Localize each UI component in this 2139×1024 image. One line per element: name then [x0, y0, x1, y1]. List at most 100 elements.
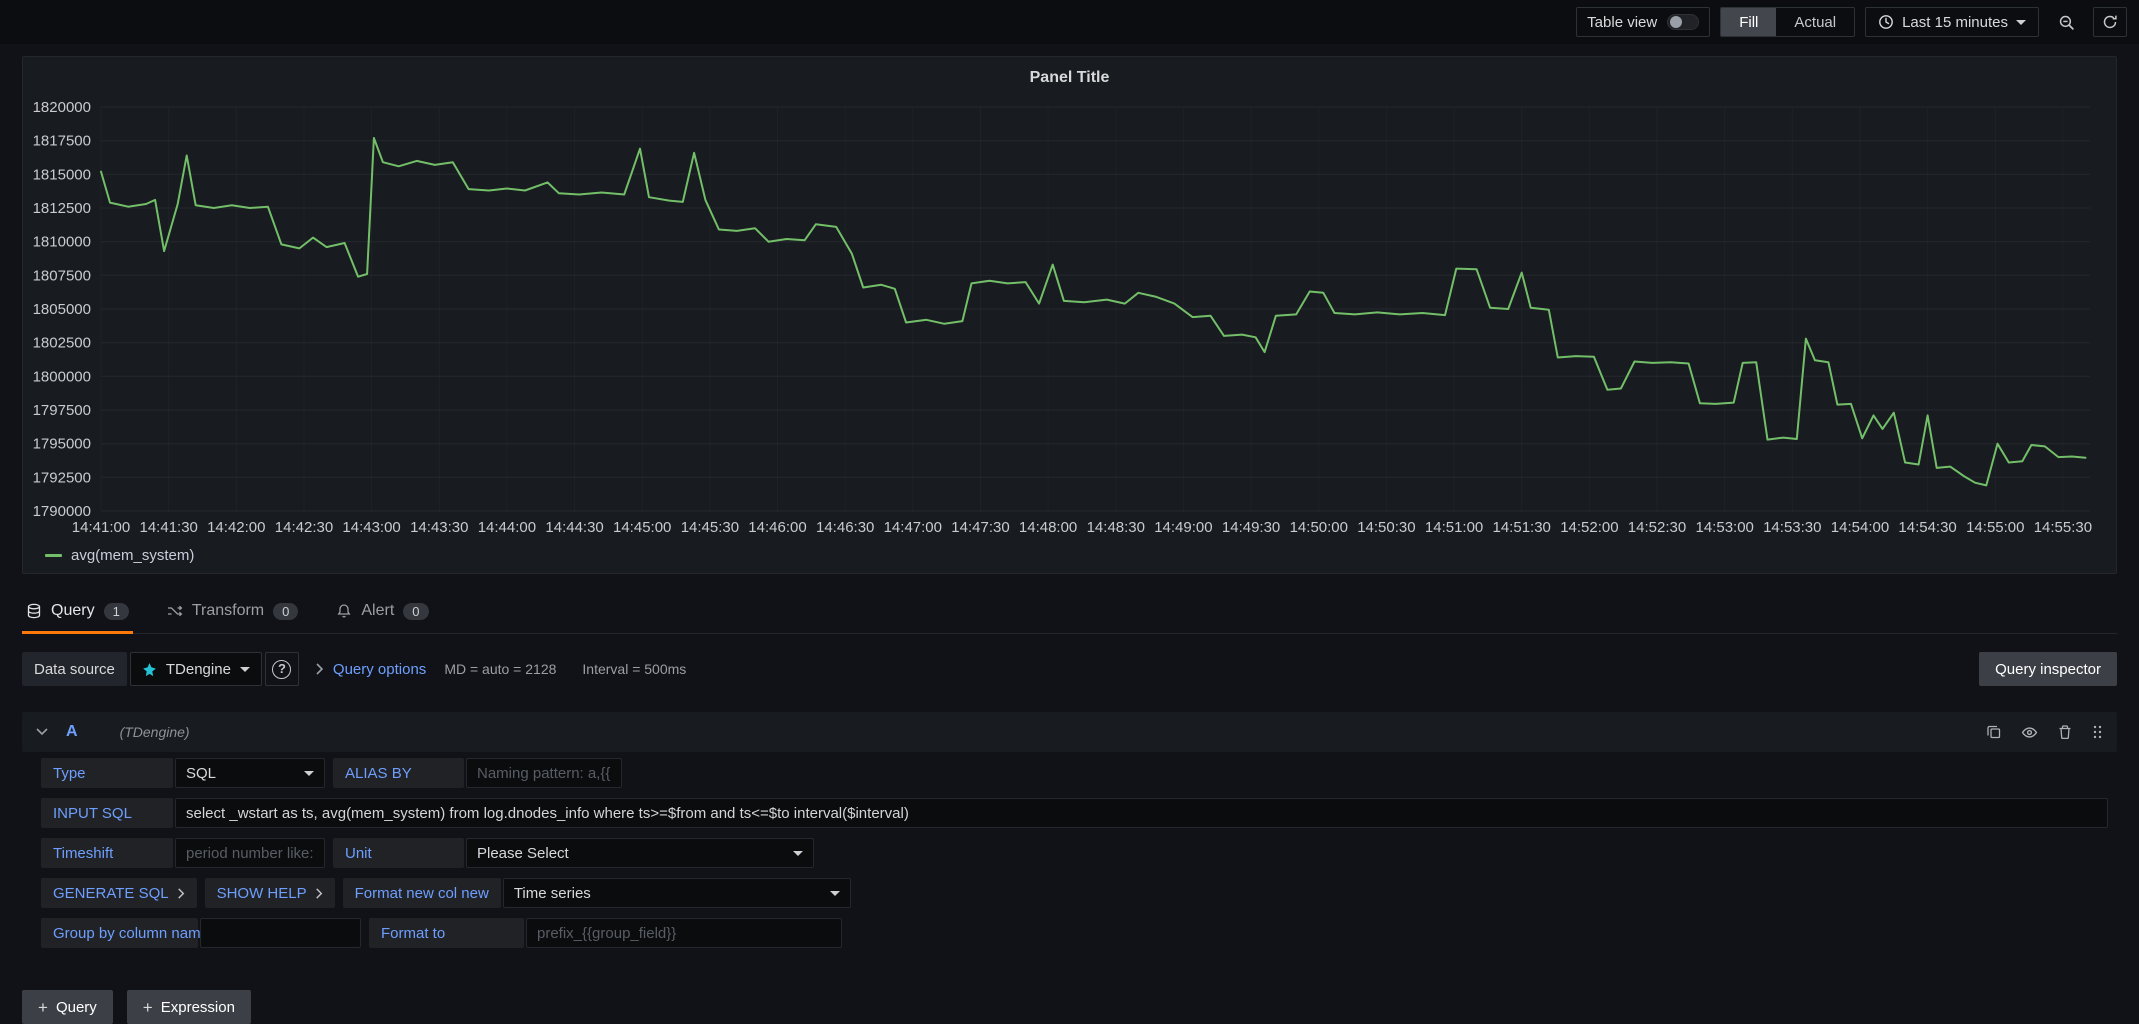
- svg-text:14:50:30: 14:50:30: [1357, 519, 1415, 536]
- query-datasource-hint: (TDengine): [120, 724, 190, 740]
- query-options-toggle[interactable]: Query options: [315, 661, 426, 678]
- chevron-right-icon: [315, 663, 324, 675]
- table-view-toggle[interactable]: [1667, 14, 1699, 30]
- legend-label[interactable]: avg(mem_system): [71, 547, 194, 564]
- alias-by-input[interactable]: [466, 758, 622, 788]
- svg-text:14:51:30: 14:51:30: [1493, 519, 1551, 536]
- query-inspector-button[interactable]: Query inspector: [1979, 652, 2117, 686]
- type-label: Type: [41, 758, 173, 788]
- refresh-button[interactable]: [2093, 7, 2127, 37]
- tab-query[interactable]: Query 1: [22, 594, 133, 633]
- table-view-control: Table view: [1576, 7, 1710, 37]
- tab-alert-count: 0: [403, 603, 428, 620]
- unit-select[interactable]: Please Select: [466, 838, 814, 868]
- editor-tabs: Query 1 Transform 0 Alert 0: [22, 594, 2117, 634]
- format-select-value: Time series: [514, 885, 591, 902]
- svg-text:14:45:00: 14:45:00: [613, 519, 671, 536]
- query-row-header[interactable]: A (TDengine): [22, 712, 2117, 752]
- add-query-label: Query: [56, 999, 97, 1016]
- datasource-help-button[interactable]: ?: [265, 652, 299, 686]
- svg-text:14:48:30: 14:48:30: [1087, 519, 1145, 536]
- group-by-input[interactable]: [200, 918, 361, 948]
- unit-select-value: Please Select: [477, 845, 569, 862]
- interval-summary: Interval = 500ms: [582, 661, 686, 677]
- query-toolbar: Data source TDengine ? Query options MD …: [22, 652, 2117, 686]
- panel-title[interactable]: Panel Title: [31, 63, 2108, 93]
- group-by-label: Group by column name(s): [41, 918, 198, 948]
- generate-sql-button[interactable]: GENERATE SQL: [41, 878, 197, 908]
- svg-text:14:42:30: 14:42:30: [275, 519, 333, 536]
- chevron-down-icon: [240, 667, 250, 672]
- svg-text:1795000: 1795000: [33, 436, 91, 453]
- drag-handle-icon[interactable]: [2092, 724, 2103, 740]
- footer-actions: + Query + Expression: [22, 990, 2117, 1024]
- duplicate-query-icon[interactable]: [1986, 724, 2002, 740]
- svg-text:14:43:30: 14:43:30: [410, 519, 468, 536]
- chevron-down-icon: [830, 891, 840, 896]
- svg-text:14:43:00: 14:43:00: [342, 519, 400, 536]
- svg-text:14:44:30: 14:44:30: [545, 519, 603, 536]
- delete-query-icon[interactable]: [2057, 724, 2073, 740]
- legend-swatch: [45, 554, 62, 557]
- svg-text:14:52:30: 14:52:30: [1628, 519, 1686, 536]
- type-select-value: SQL: [186, 765, 216, 782]
- toggle-knob: [1670, 16, 1682, 28]
- refresh-icon: [2102, 14, 2118, 30]
- format-label: Format new col new: [343, 878, 501, 908]
- svg-text:1812500: 1812500: [33, 200, 91, 217]
- svg-text:1815000: 1815000: [33, 166, 91, 183]
- add-expression-button[interactable]: + Expression: [127, 990, 251, 1024]
- svg-text:1790000: 1790000: [33, 503, 91, 520]
- add-query-button[interactable]: + Query: [22, 990, 113, 1024]
- tab-alert[interactable]: Alert 0: [332, 594, 432, 633]
- input-sql-field[interactable]: [175, 798, 2108, 828]
- svg-text:1810000: 1810000: [33, 234, 91, 251]
- timeshift-input[interactable]: [175, 838, 325, 868]
- max-data-points-summary: MD = auto = 2128: [444, 661, 556, 677]
- svg-text:14:41:30: 14:41:30: [140, 519, 198, 536]
- topbar: Table view Fill Actual Last 15 minutes: [0, 0, 2139, 44]
- form-row-input-sql: INPUT SQL: [41, 798, 2108, 828]
- actual-button[interactable]: Actual: [1776, 8, 1854, 36]
- tab-transform-count: 0: [273, 603, 298, 620]
- datasource-value: TDengine: [166, 661, 231, 678]
- format-select[interactable]: Time series: [503, 878, 851, 908]
- time-range-label: Last 15 minutes: [1902, 14, 2008, 31]
- tab-query-count: 1: [104, 603, 129, 620]
- svg-text:14:41:00: 14:41:00: [72, 519, 130, 536]
- fill-actual-group: Fill Actual: [1720, 7, 1855, 37]
- svg-text:14:55:00: 14:55:00: [1966, 519, 2024, 536]
- input-sql-label: INPUT SQL: [41, 798, 173, 828]
- transform-icon: [167, 603, 183, 619]
- form-row-actions-format: GENERATE SQL SHOW HELP Format new col ne…: [41, 878, 2108, 908]
- form-row-type-alias: Type SQL ALIAS BY: [41, 758, 2108, 788]
- zoom-out-button[interactable]: [2049, 7, 2083, 37]
- database-icon: [26, 603, 42, 619]
- show-help-button[interactable]: SHOW HELP: [205, 878, 335, 908]
- query-options-label: Query options: [333, 661, 426, 678]
- svg-text:14:47:00: 14:47:00: [884, 519, 942, 536]
- tab-alert-label: Alert: [361, 602, 394, 620]
- svg-text:1792500: 1792500: [33, 469, 91, 486]
- tab-transform[interactable]: Transform 0: [163, 594, 303, 633]
- toggle-visibility-icon[interactable]: [2021, 724, 2038, 741]
- bell-icon: [336, 603, 352, 619]
- svg-text:1797500: 1797500: [33, 402, 91, 419]
- svg-text:14:53:30: 14:53:30: [1763, 519, 1821, 536]
- tab-transform-label: Transform: [192, 602, 264, 620]
- svg-text:14:49:30: 14:49:30: [1222, 519, 1280, 536]
- svg-text:14:45:30: 14:45:30: [681, 519, 739, 536]
- fill-button[interactable]: Fill: [1721, 8, 1776, 36]
- type-select[interactable]: SQL: [175, 758, 325, 788]
- format-to-input[interactable]: [526, 918, 842, 948]
- svg-text:14:46:30: 14:46:30: [816, 519, 874, 536]
- svg-text:14:46:00: 14:46:00: [748, 519, 806, 536]
- svg-text:14:52:00: 14:52:00: [1560, 519, 1618, 536]
- svg-text:14:49:00: 14:49:00: [1154, 519, 1212, 536]
- timeseries-chart: 1790000179250017950001797500180000018025…: [31, 93, 2108, 543]
- chevron-down-icon: [304, 771, 314, 776]
- svg-text:1800000: 1800000: [33, 368, 91, 385]
- datasource-picker[interactable]: TDengine: [130, 652, 262, 686]
- form-row-groupby-formatto: Group by column name(s) Format to: [41, 918, 2108, 948]
- time-range-picker[interactable]: Last 15 minutes: [1865, 7, 2039, 37]
